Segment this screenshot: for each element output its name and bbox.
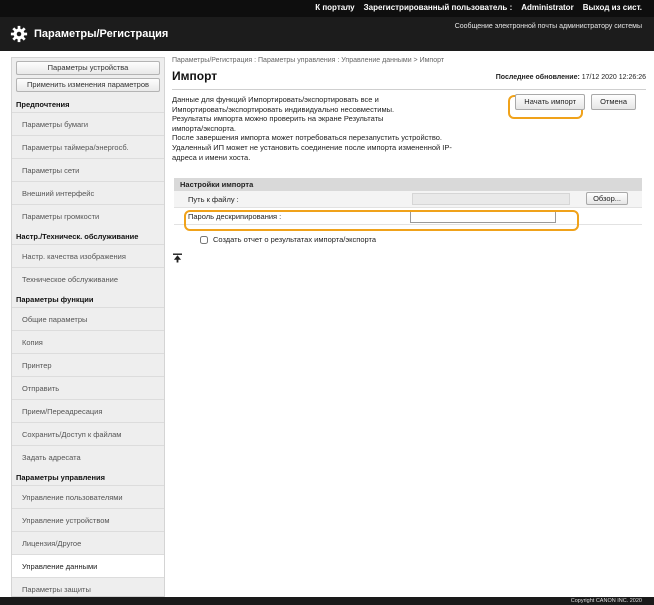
- file-path-row: Путь к файлу : Обзор...: [174, 191, 642, 208]
- sidebar-item-receive[interactable]: Прием/Переадресация: [12, 399, 164, 422]
- sidebar-item-users[interactable]: Управление пользователями: [12, 485, 164, 508]
- logout-link[interactable]: Выход из сист.: [583, 3, 642, 12]
- sidebar-item-printer[interactable]: Принтер: [12, 353, 164, 376]
- back-to-top-icon[interactable]: [173, 253, 182, 263]
- user-label: Зарегистрированный пользователь :: [363, 3, 513, 12]
- breadcrumb: Параметры/Регистрация : Параметры управл…: [172, 57, 445, 64]
- last-updated-value: 17/12 2020 12:26:26: [581, 74, 646, 81]
- sidebar-item-interface[interactable]: Внешний интерфейс: [12, 181, 164, 204]
- report-option[interactable]: Создать отчет о результатах импорта/эксп…: [200, 235, 376, 244]
- browse-button[interactable]: Обзор...: [586, 192, 628, 205]
- sidebar: Параметры устройства Применить изменения…: [11, 57, 165, 597]
- copyright: Copyright CANON INC. 2020: [570, 598, 642, 604]
- description-line: адреса и имени хоста.: [172, 152, 251, 162]
- description-line: После завершения импорта может потребова…: [172, 133, 442, 143]
- cancel-button[interactable]: Отмена: [591, 94, 636, 110]
- app-title: Параметры/Регистрация: [34, 28, 169, 40]
- gear-icon: [10, 25, 28, 43]
- description-line: Импортировать/экспортировать индивидуаль…: [172, 104, 395, 114]
- report-checkbox[interactable]: [200, 235, 208, 244]
- description-line: Удаленный ИП может не установить соедине…: [172, 142, 452, 152]
- portal-link[interactable]: К порталу: [315, 3, 354, 12]
- sidebar-item-data-management[interactable]: Управление данными: [12, 554, 164, 577]
- sidebar-item-device[interactable]: Управление устройством: [12, 508, 164, 531]
- sidebar-item-network[interactable]: Параметры сети: [12, 158, 164, 181]
- description-line: импорта/экспорта.: [172, 123, 236, 133]
- description-line: Данные для функций Импортировать/экспорт…: [172, 95, 379, 104]
- sidebar-heading-functions: Параметры функции: [16, 295, 94, 304]
- sidebar-item-maintenance[interactable]: Техническое обслуживание: [12, 267, 164, 290]
- sidebar-item-image-quality[interactable]: Настр. качества изображения: [12, 244, 164, 267]
- sidebar-item-security[interactable]: Параметры защиты: [12, 577, 164, 596]
- sidebar-heading-management: Параметры управления: [16, 473, 105, 482]
- description: Данные для функций Импортировать/экспорт…: [172, 95, 510, 162]
- sidebar-item-common[interactable]: Общие параметры: [12, 307, 164, 330]
- last-updated-label: Последнее обновление:: [495, 74, 580, 81]
- report-label: Создать отчет о результатах импорта/эксп…: [213, 235, 377, 244]
- app-header: Параметры/Регистрация Сообщение электрон…: [0, 17, 654, 51]
- email-admin-link[interactable]: Сообщение электронной почты администрато…: [455, 23, 642, 30]
- last-updated: Последнее обновление: 17/12 2020 12:26:2…: [496, 74, 646, 81]
- sidebar-item-paper[interactable]: Параметры бумаги: [12, 112, 164, 135]
- file-path-field[interactable]: [412, 193, 570, 205]
- password-highlight: [184, 210, 579, 231]
- sidebar-heading-maintenance: Настр./Техническ. обслуживание: [16, 232, 139, 241]
- sidebar-item-destination[interactable]: Задать адресата: [12, 445, 164, 468]
- apply-changes-button[interactable]: Применить изменения параметров: [16, 78, 160, 92]
- sidebar-heading-preferences: Предпочтения: [16, 100, 70, 109]
- top-bar: К порталу Зарегистрированный пользовател…: [0, 0, 654, 17]
- device-settings-button[interactable]: Параметры устройства: [16, 61, 160, 75]
- start-import-button[interactable]: Начать импорт: [515, 94, 586, 110]
- sidebar-item-volume[interactable]: Параметры громкости: [12, 204, 164, 227]
- sidebar-item-timer[interactable]: Параметры таймера/энергосб.: [12, 135, 164, 158]
- footer-bar: Copyright CANON INC. 2020: [0, 597, 654, 605]
- file-path-label: Путь к файлу :: [188, 195, 239, 204]
- import-settings-heading: Настройки импорта: [174, 178, 642, 191]
- description-line: Результаты импорта можно проверить на эк…: [172, 114, 384, 124]
- sidebar-item-license[interactable]: Лицензия/Другое: [12, 531, 164, 554]
- sidebar-item-store-files[interactable]: Сохранить/Доступ к файлам: [12, 422, 164, 445]
- user-name: Administrator: [521, 3, 574, 12]
- sidebar-item-send[interactable]: Отправить: [12, 376, 164, 399]
- sidebar-item-copy[interactable]: Копия: [12, 330, 164, 353]
- main-content: Параметры/Регистрация : Параметры управл…: [172, 57, 646, 597]
